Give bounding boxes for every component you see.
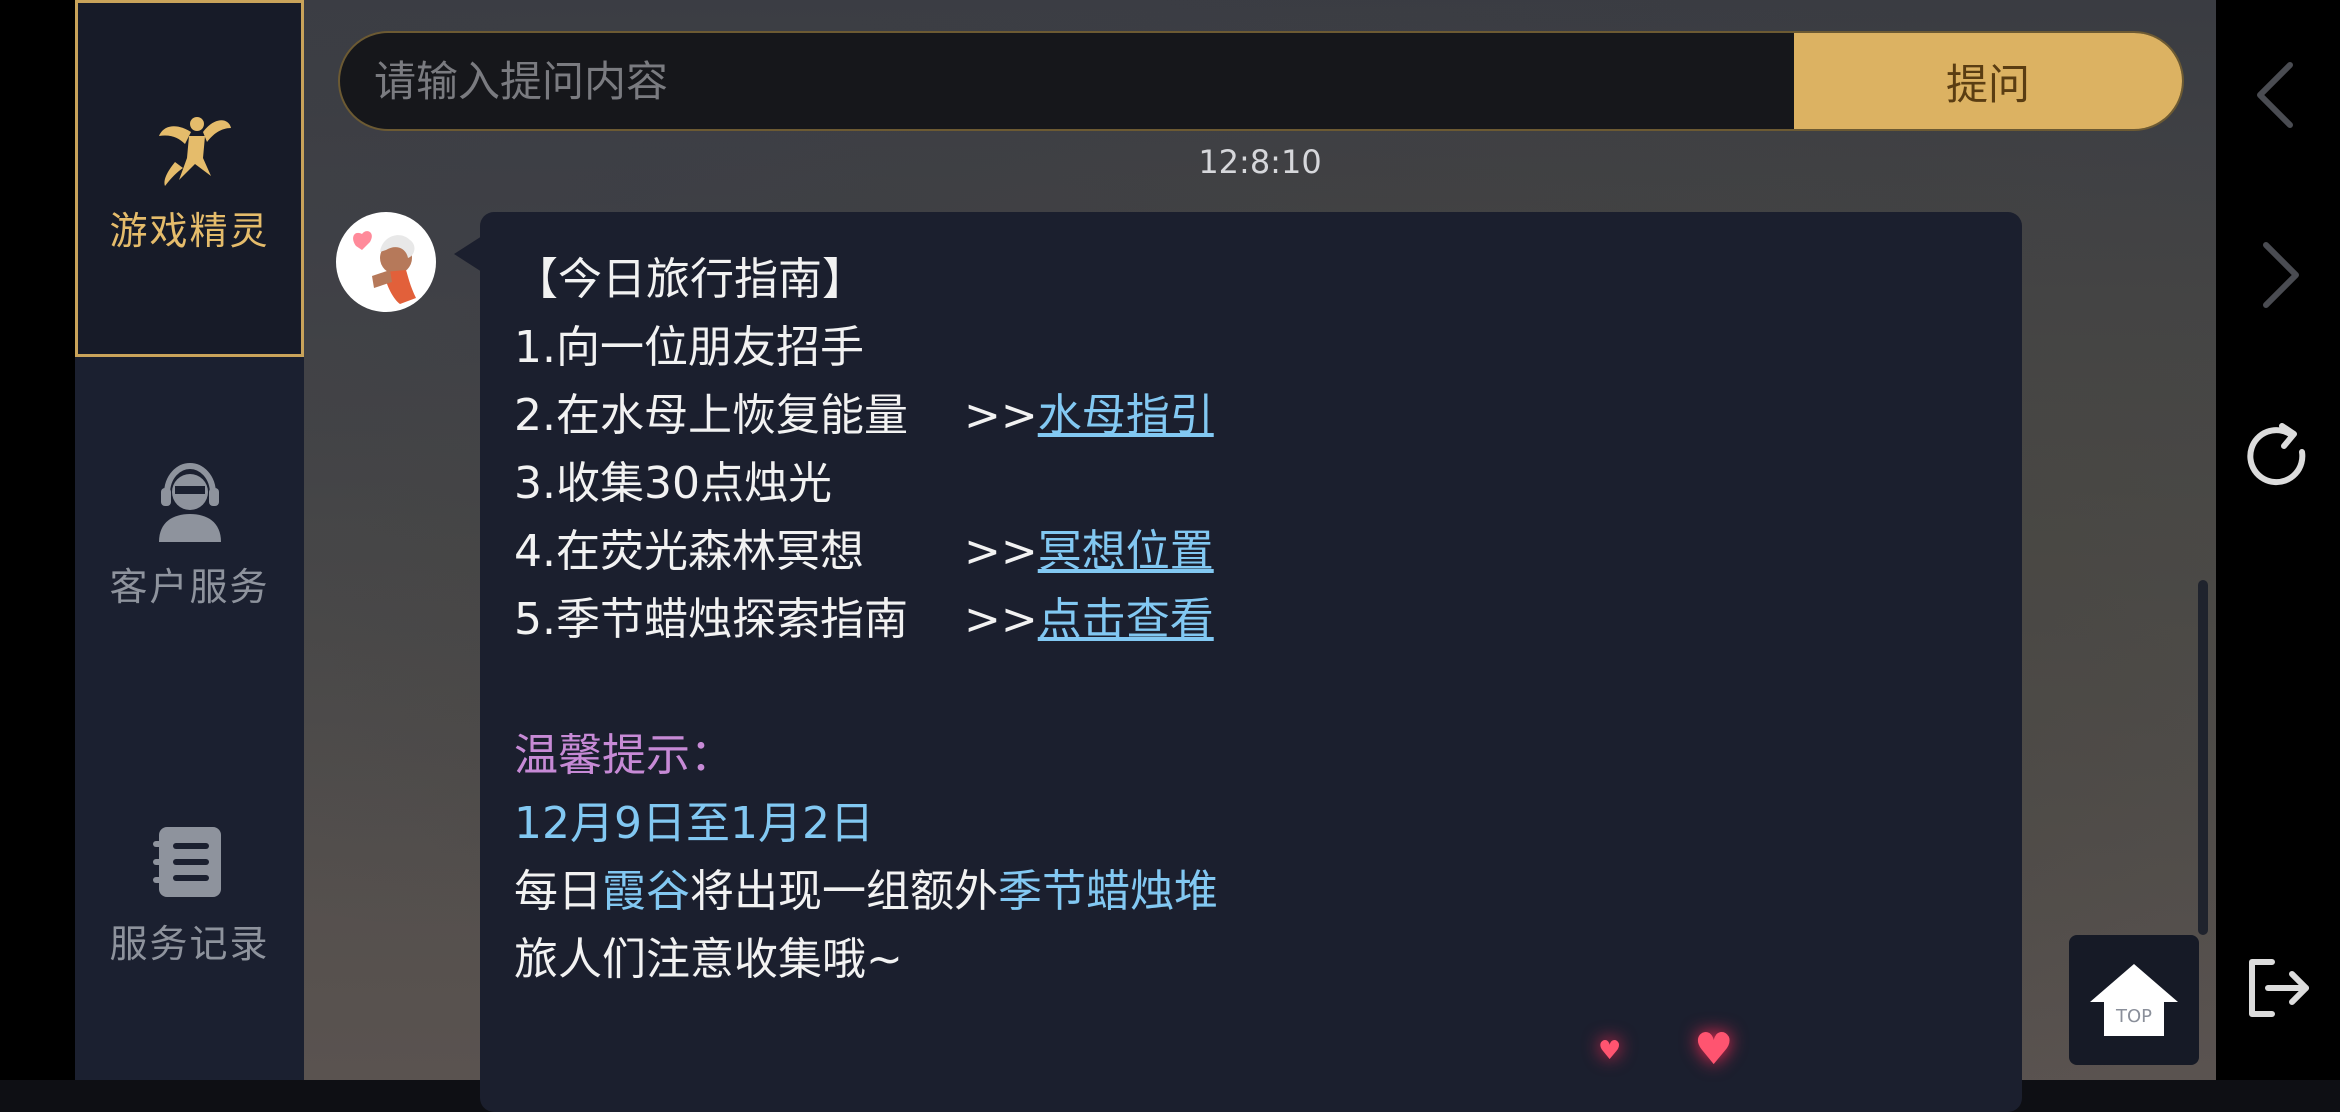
sidebar-item-customer-service[interactable]: 客户服务 — [75, 357, 304, 712]
tip-title: 温馨提示： — [514, 730, 734, 781]
guide-item-text: 2.在水母上恢复能量 — [514, 390, 908, 441]
sidebar-item-game-fairy[interactable]: 游戏精灵 — [75, 0, 304, 357]
question-input[interactable] — [340, 33, 1794, 129]
chat-area: 提问 12:8:10 【今日旅行指南】 1.向一位朋友招手 2.在水母上恢复能量… — [304, 0, 2216, 1112]
guide-item-text: 4.在荧光森林冥想 — [514, 526, 864, 577]
link-arrow: >> — [964, 594, 1038, 645]
guide-item: 3.收集30点烛光 — [514, 450, 1218, 518]
ask-button[interactable]: 提问 — [1794, 33, 2182, 129]
scroll-top-button[interactable]: TOP — [2069, 935, 2199, 1065]
left-edge — [0, 0, 75, 1080]
guide-item-text: 5.季节蜡烛探索指南 — [514, 594, 908, 645]
avatar — [336, 212, 436, 312]
right-nav — [2216, 0, 2340, 1080]
guide-item: 5.季节蜡烛探索指南 >>点击查看 — [514, 586, 1218, 654]
forward-icon[interactable] — [2238, 235, 2318, 315]
guide-item: 1.向一位朋友招手 — [514, 314, 1218, 382]
back-icon[interactable] — [2238, 55, 2318, 135]
meditation-location-link[interactable]: 冥想位置 — [1038, 526, 1214, 577]
exit-icon[interactable] — [2238, 948, 2318, 1028]
heart-icon: ♥ — [1598, 1036, 1622, 1066]
bubble-tail — [454, 236, 482, 272]
heart-icon: ♥ — [1694, 1024, 1734, 1075]
home-arrow-icon: TOP — [2090, 964, 2178, 1036]
guide-item-text: 3.收集30点烛光 — [514, 458, 832, 509]
refresh-icon[interactable] — [2238, 418, 2318, 498]
sidebar: 游戏精灵 客户服务 服务记录 — [75, 0, 305, 1080]
message-content: 【今日旅行指南】 1.向一位朋友招手 2.在水母上恢复能量 >>水母指引 3.收集… — [514, 246, 1218, 994]
message-title: 【今日旅行指南】 — [514, 254, 866, 305]
scrollbar[interactable] — [2198, 580, 2208, 935]
fairy-avatar-icon — [338, 214, 434, 310]
link-arrow: >> — [964, 526, 1038, 577]
tip-item: 季节蜡烛堆 — [998, 866, 1218, 917]
tip-line: 旅人们注意收集哦~ — [514, 934, 903, 985]
tip-text: 每日 — [514, 866, 602, 917]
tip-text: 将出现一组额外 — [690, 866, 998, 917]
tip-line: 每日霞谷将出现一组额外季节蜡烛堆 — [514, 858, 1218, 926]
guide-item-text: 1.向一位朋友招手 — [514, 322, 864, 373]
question-bar: 提问 — [338, 31, 2184, 131]
guide-item: 2.在水母上恢复能量 >>水母指引 — [514, 382, 1218, 450]
fairy-icon — [158, 117, 231, 186]
notebook-icon — [152, 827, 221, 897]
sidebar-item-label: 游戏精灵 — [109, 209, 270, 253]
tip-date: 12月9日至1月2日 — [514, 798, 874, 849]
top-label: TOP — [2115, 1006, 2152, 1027]
guide-item: 4.在荧光森林冥想 >>冥想位置 — [514, 518, 1218, 586]
jellyfish-guide-link[interactable]: 水母指引 — [1038, 390, 1214, 441]
sidebar-item-label: 客户服务 — [109, 565, 270, 609]
sidebar-item-label: 服务记录 — [109, 922, 270, 966]
link-arrow: >> — [964, 390, 1038, 441]
customer-service-icon — [158, 462, 221, 542]
message-timestamp: 12:8:10 — [1198, 143, 1322, 181]
tip-place: 霞谷 — [602, 866, 690, 917]
sidebar-item-service-records[interactable]: 服务记录 — [75, 714, 304, 1069]
season-candle-link[interactable]: 点击查看 — [1038, 594, 1214, 645]
